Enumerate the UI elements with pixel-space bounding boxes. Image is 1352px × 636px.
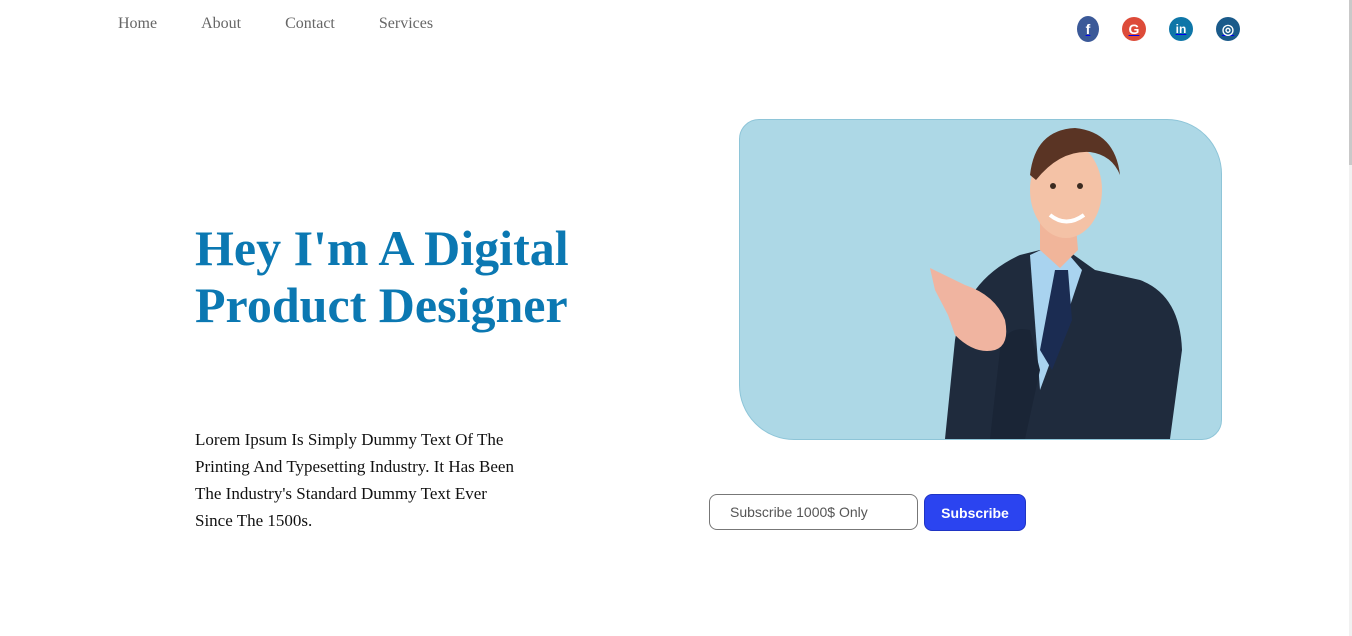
nav-home-link[interactable]: Home bbox=[118, 15, 157, 33]
nav-services-link[interactable]: Services bbox=[379, 15, 433, 33]
social-links: f G in ◎ bbox=[1077, 16, 1243, 42]
google-icon: G bbox=[1122, 17, 1146, 41]
facebook-icon: f bbox=[1077, 16, 1099, 42]
hero-title: Hey I'm A Digital Product Designer bbox=[195, 220, 569, 333]
nav-about-link[interactable]: About bbox=[201, 15, 241, 33]
subscribe-input[interactable] bbox=[709, 494, 918, 530]
instagram-link[interactable]: ◎ bbox=[1216, 16, 1240, 42]
hero-description: Lorem Ipsum Is Simply Dummy Text Of The … bbox=[195, 430, 514, 530]
linkedin-link[interactable]: in bbox=[1169, 16, 1193, 42]
subscribe-button[interactable]: Subscribe bbox=[924, 494, 1026, 531]
instagram-icon: ◎ bbox=[1216, 17, 1240, 41]
google-link[interactable]: G bbox=[1122, 16, 1146, 42]
businessman-illustration bbox=[930, 128, 1182, 439]
linkedin-icon: in bbox=[1169, 17, 1193, 41]
nav-contact-link[interactable]: Contact bbox=[285, 15, 335, 33]
hero-image bbox=[739, 119, 1222, 440]
facebook-link[interactable]: f bbox=[1077, 16, 1099, 42]
top-nav: Home About Contact Services bbox=[118, 15, 477, 33]
